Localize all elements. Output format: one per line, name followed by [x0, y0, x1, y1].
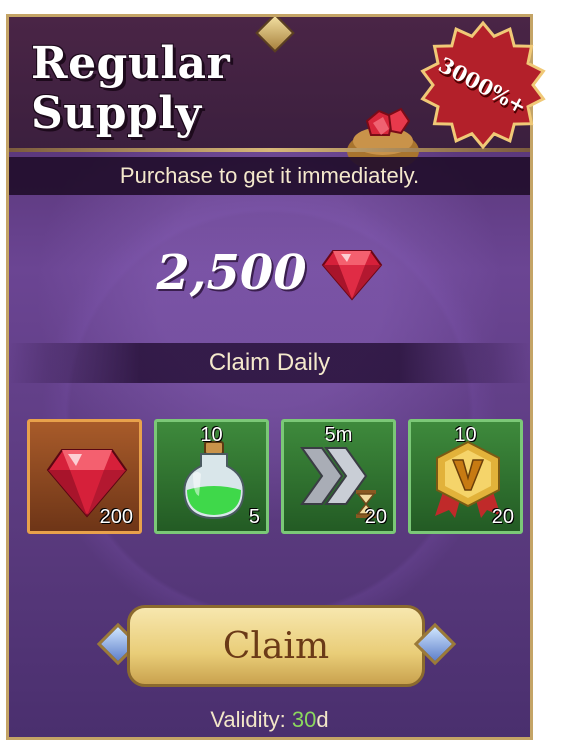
subtitle-text: Purchase to get it immediately. [119, 163, 420, 188]
validity-value: 30 [291, 707, 317, 732]
claim-daily-label: Claim Daily [208, 349, 331, 376]
card-title: Regular Supply [31, 39, 230, 139]
reward-amount-row: 2,500 [9, 245, 530, 301]
validity-unit: d [316, 707, 329, 732]
item-slot-speedup[interactable]: 5m 20 [281, 419, 396, 534]
claim-button-wrap: Claim [96, 605, 457, 687]
ruby-gem-icon [321, 250, 382, 301]
item-slot-medal[interactable]: 10 20 [408, 419, 523, 534]
item-top-count: 5m [324, 424, 353, 446]
item-quantity: 200 [99, 506, 133, 528]
green-potion-icon [183, 441, 245, 520]
validity-text: Validity: 30d [9, 707, 530, 733]
title-line-2: Supply [31, 88, 202, 139]
item-quantity: 20 [491, 506, 514, 528]
item-quantity: 20 [364, 506, 387, 528]
validity-label: Validity: [210, 707, 292, 732]
claim-button[interactable]: Claim [127, 605, 425, 687]
item-slot-potion[interactable]: 10 5 [154, 419, 269, 534]
claim-button-label: Claim [222, 625, 330, 667]
bonus-badge: 3000%+ [418, 20, 548, 150]
item-top-count: 10 [454, 424, 477, 446]
item-top-count: 10 [200, 424, 223, 446]
title-line-1: Regular [31, 38, 231, 89]
reward-amount: 2,500 [156, 245, 307, 301]
subtitle-bar: Purchase to get it immediately. [9, 157, 530, 195]
claim-daily-bar: Claim Daily [9, 343, 530, 383]
item-quantity: 5 [248, 506, 260, 528]
reward-items-list: 200 10 5 5m 20 10 20 [27, 419, 523, 534]
item-slot-ruby[interactable]: 200 [27, 419, 142, 534]
